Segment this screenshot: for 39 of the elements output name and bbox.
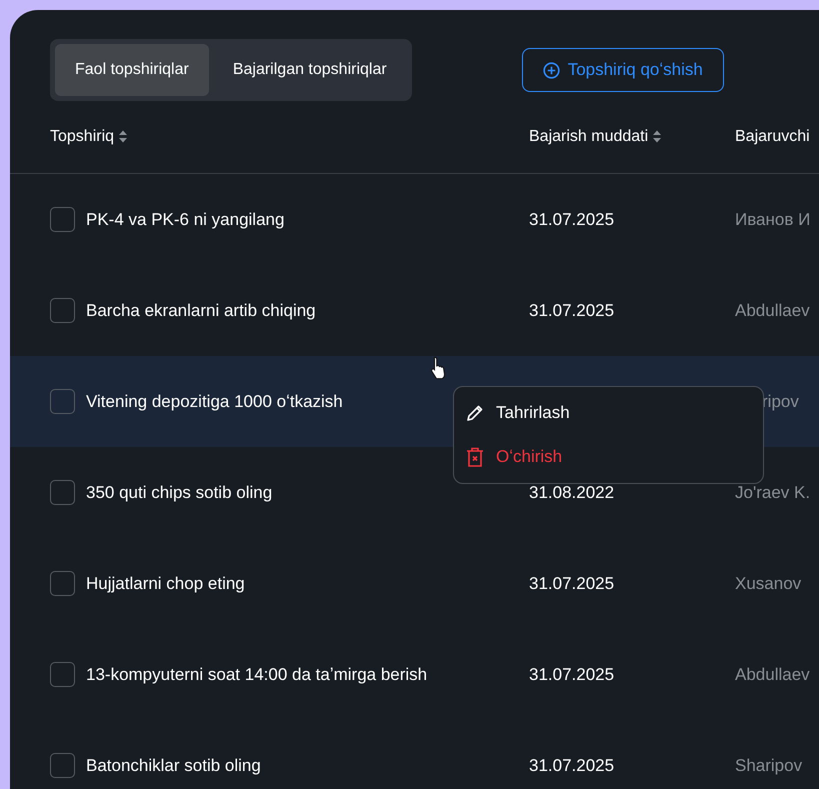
task-title: Barcha ekranlarni artib chiqing xyxy=(86,300,316,322)
assignee-name: Sharipov xyxy=(735,756,802,775)
task-title: Vitening depozitiga 1000 oʻtkazish xyxy=(86,390,343,413)
checkbox[interactable] xyxy=(50,480,75,505)
task-title: Hujjatlarni chop eting xyxy=(86,572,245,595)
task-title: PK-4 va PK-6 ni yangilang xyxy=(86,208,284,231)
pencil-icon xyxy=(466,404,484,422)
checkbox[interactable] xyxy=(50,207,75,232)
checkbox[interactable] xyxy=(50,389,75,414)
sort-icon[interactable] xyxy=(118,129,128,144)
menu-item[interactable]: Tahrirlash xyxy=(454,391,582,435)
task-title: 13-kompyuterni soat 14:00 da taʼmirga berish xyxy=(86,664,428,686)
assignee-name: Abdullaev xyxy=(735,300,810,320)
column-header: Bajaruvchi xyxy=(735,126,810,146)
checkbox[interactable] xyxy=(50,571,75,596)
checkbox[interactable] xyxy=(50,753,75,778)
task-title: 350 quti chips sotib oling xyxy=(86,482,272,504)
tab[interactable]: Bajarilgan topshiriqlar xyxy=(212,44,407,96)
deadline-date: 31.07.2025 xyxy=(529,210,614,229)
deadline-date: 31.07.2025 xyxy=(529,756,614,775)
tab[interactable]: Faol topshiriqlar xyxy=(55,44,209,96)
checkbox[interactable] xyxy=(50,662,75,687)
sort-icon[interactable] xyxy=(652,129,662,144)
checkbox[interactable] xyxy=(50,298,75,323)
assignee-name: Иванов И xyxy=(735,210,810,229)
column-header[interactable]: Bajarish muddati xyxy=(529,124,648,148)
assignee-name: Abdullaev xyxy=(735,664,810,684)
deadline-date: 31.08.2022 xyxy=(529,482,614,502)
task-title: Batonchiklar sotib oling xyxy=(86,754,261,777)
trash-icon xyxy=(466,447,484,467)
column-header[interactable]: Topshiriq xyxy=(50,124,114,148)
deadline-date: 31.07.2025 xyxy=(529,574,614,593)
deadline-date: 31.07.2025 xyxy=(529,300,614,320)
assignee-name: Jo'raev K. xyxy=(735,482,810,502)
assignee-name: Xusanov xyxy=(735,574,802,593)
hand-cursor-icon xyxy=(430,356,448,380)
deadline-date: 31.07.2025 xyxy=(529,664,614,684)
add-task-button[interactable]: Topshiriq qoʻshish xyxy=(522,48,724,92)
plus-circle-icon xyxy=(542,62,560,78)
